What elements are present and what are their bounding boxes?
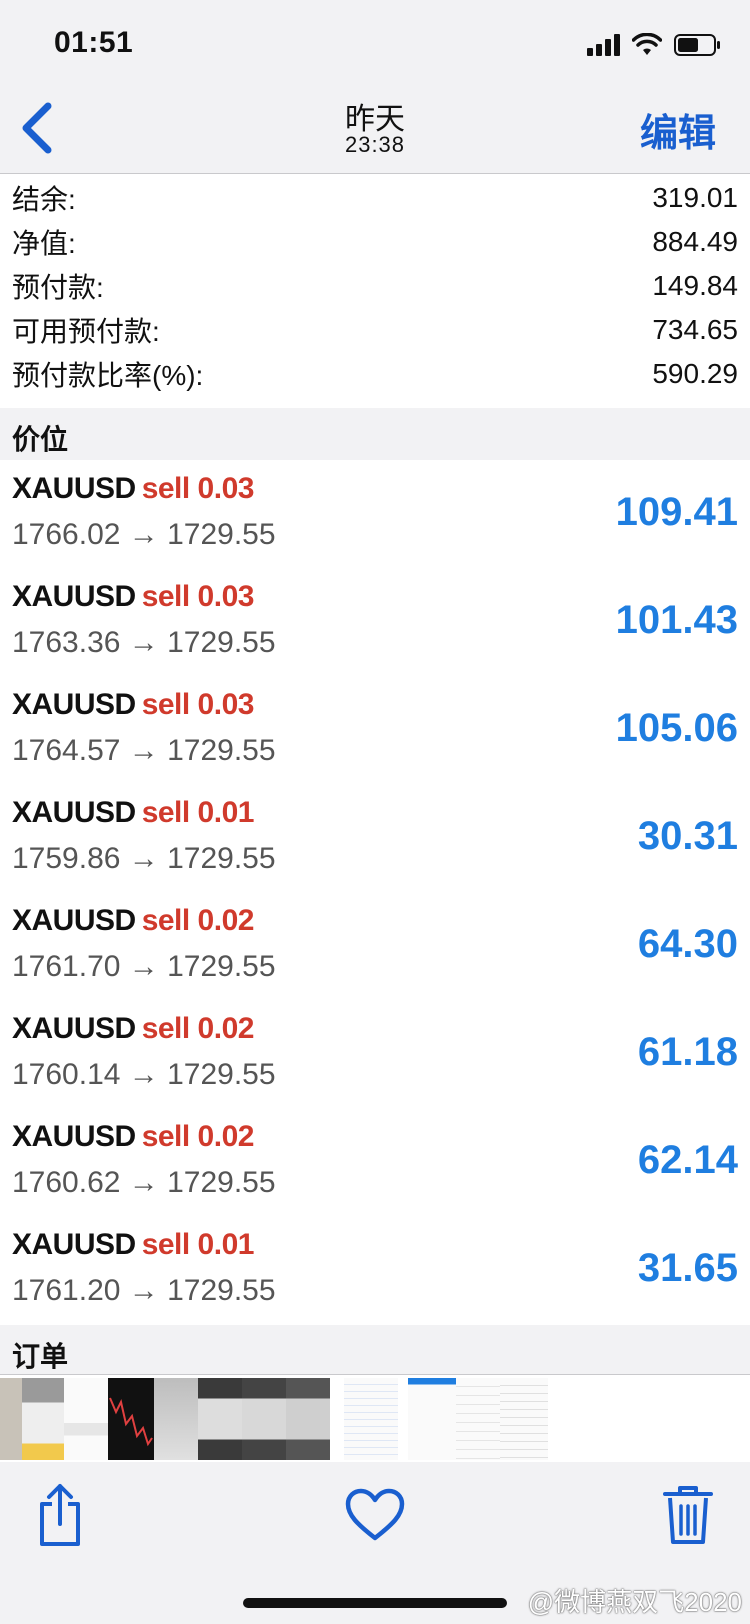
photo-thumbnail-strip[interactable] (0, 1376, 750, 1462)
position-symbol: XAUUSD (12, 472, 136, 505)
position-title: XAUUSD sell 0.02 (12, 904, 254, 938)
position-row[interactable]: XAUUSD sell 0.02 1761.70 → 1729.55 64.30 (0, 892, 750, 1000)
status-icons (587, 30, 722, 60)
position-symbol: XAUUSD (12, 688, 136, 721)
watermark: @微博燕双飞2020 (527, 1587, 742, 1617)
position-row[interactable]: XAUUSD sell 0.01 1759.86 → 1729.55 30.31 (0, 784, 750, 892)
photo-thumbnail[interactable] (22, 1378, 64, 1460)
photo-thumbnail[interactable] (344, 1378, 398, 1460)
heart-icon[interactable] (345, 1488, 405, 1542)
position-title: XAUUSD sell 0.02 (12, 1120, 254, 1154)
photo-thumbnail[interactable] (286, 1378, 330, 1460)
position-symbol: XAUUSD (12, 1012, 136, 1045)
position-side: sell 0.03 (141, 472, 255, 505)
photo-thumbnail[interactable] (154, 1378, 198, 1460)
position-symbol: XAUUSD (12, 580, 136, 613)
position-symbol: XAUUSD (12, 796, 136, 829)
summary-label: 净值: (12, 228, 76, 259)
position-prices: 1764.57 → 1729.55 (12, 734, 276, 767)
section-header-orders: 订单 (0, 1325, 750, 1375)
position-symbol: XAUUSD (12, 1120, 136, 1153)
position-symbol: XAUUSD (12, 1228, 136, 1261)
account-summary: 结余: 319.01 净值: 884.49 预付款: 149.84 可用预付款:… (0, 176, 750, 408)
summary-value: 319.01 (652, 182, 738, 213)
position-symbol: XAUUSD (12, 904, 136, 937)
nav-subtitle: 23:38 (344, 132, 406, 157)
position-profit: 61.18 (637, 1030, 738, 1074)
position-row[interactable]: XAUUSD sell 0.03 1763.36 → 1729.55 101.43 (0, 568, 750, 676)
photo-thumbnail[interactable] (108, 1378, 154, 1460)
position-row[interactable]: XAUUSD sell 0.02 1760.14 → 1729.55 61.18 (0, 1000, 750, 1108)
position-profit: 30.31 (637, 814, 738, 858)
summary-row-equity: 净值: 884.49 (0, 220, 750, 264)
summary-value: 149.84 (652, 270, 738, 301)
photo-thumbnail[interactable] (456, 1378, 500, 1460)
photo-thumbnail[interactable] (500, 1378, 548, 1460)
position-title: XAUUSD sell 0.03 (12, 472, 254, 506)
position-prices: 1759.86 → 1729.55 (12, 842, 276, 875)
position-row[interactable]: XAUUSD sell 0.01 1761.20 → 1729.55 31.65 (0, 1216, 750, 1324)
wifi-icon (632, 33, 662, 55)
position-prices: 1760.14 → 1729.55 (12, 1058, 276, 1091)
status-bar: 01:51 (0, 0, 750, 88)
position-prices: 1761.70 → 1729.55 (12, 950, 276, 983)
edit-button[interactable]: 编辑 (640, 102, 716, 157)
summary-row-margin-level: 预付款比率(%): 590.29 (0, 352, 750, 396)
photo-thumbnail[interactable] (64, 1378, 108, 1460)
trash-icon[interactable] (662, 1484, 714, 1546)
summary-row-balance: 结余: 319.01 (0, 176, 750, 220)
section-header-positions: 价位 (0, 408, 750, 460)
position-side: sell 0.03 (141, 580, 255, 613)
position-side: sell 0.01 (141, 1228, 255, 1261)
position-title: XAUUSD sell 0.03 (12, 688, 254, 722)
position-side: sell 0.02 (141, 1012, 255, 1045)
photo-thumbnail[interactable] (242, 1378, 286, 1460)
position-title: XAUUSD sell 0.02 (12, 1012, 254, 1046)
summary-label: 预付款比率(%): (12, 360, 204, 391)
summary-label: 预付款: (12, 272, 104, 303)
position-title: XAUUSD sell 0.01 (12, 1228, 254, 1262)
position-profit: 31.65 (637, 1246, 738, 1290)
summary-value: 590.29 (652, 358, 738, 389)
summary-label: 可用预付款: (12, 316, 160, 347)
position-profit: 101.43 (615, 598, 738, 642)
position-side: sell 0.03 (141, 688, 255, 721)
nav-bar: 昨天 23:38 编辑 (0, 88, 750, 174)
home-indicator[interactable] (243, 1598, 507, 1608)
position-row[interactable]: XAUUSD sell 0.02 1760.62 → 1729.55 62.14 (0, 1108, 750, 1216)
summary-row-free-margin: 可用预付款: 734.65 (0, 308, 750, 352)
photo-thumbnail[interactable] (408, 1378, 456, 1460)
positions-list: XAUUSD sell 0.03 1766.02 → 1729.55 109.41… (0, 460, 750, 1324)
position-side: sell 0.02 (141, 1120, 255, 1153)
position-prices: 1763.36 → 1729.55 (12, 626, 276, 659)
photo-thumbnail[interactable] (198, 1378, 242, 1460)
position-row[interactable]: XAUUSD sell 0.03 1764.57 → 1729.55 105.06 (0, 676, 750, 784)
position-row[interactable]: XAUUSD sell 0.03 1766.02 → 1729.55 109.41 (0, 460, 750, 568)
position-side: sell 0.02 (141, 904, 255, 937)
summary-label: 结余: (12, 184, 76, 215)
position-prices: 1761.20 → 1729.55 (12, 1274, 276, 1307)
cellular-signal-icon (587, 34, 620, 56)
share-icon[interactable] (34, 1482, 86, 1548)
summary-value: 734.65 (652, 314, 738, 345)
position-title: XAUUSD sell 0.03 (12, 580, 254, 614)
position-side: sell 0.01 (141, 796, 255, 829)
status-time: 01:51 (54, 26, 134, 59)
summary-row-margin: 预付款: 149.84 (0, 264, 750, 308)
position-profit: 109.41 (615, 490, 738, 534)
summary-value: 884.49 (652, 226, 738, 257)
position-profit: 62.14 (637, 1138, 738, 1182)
position-prices: 1760.62 → 1729.55 (12, 1166, 276, 1199)
position-title: XAUUSD sell 0.01 (12, 796, 254, 830)
position-profit: 105.06 (615, 706, 738, 750)
photo-thumbnail[interactable] (0, 1378, 22, 1460)
position-profit: 64.30 (637, 922, 738, 966)
battery-icon (674, 34, 720, 56)
chart-thumbnail-icon (109, 1397, 153, 1447)
position-prices: 1766.02 → 1729.55 (12, 518, 276, 551)
